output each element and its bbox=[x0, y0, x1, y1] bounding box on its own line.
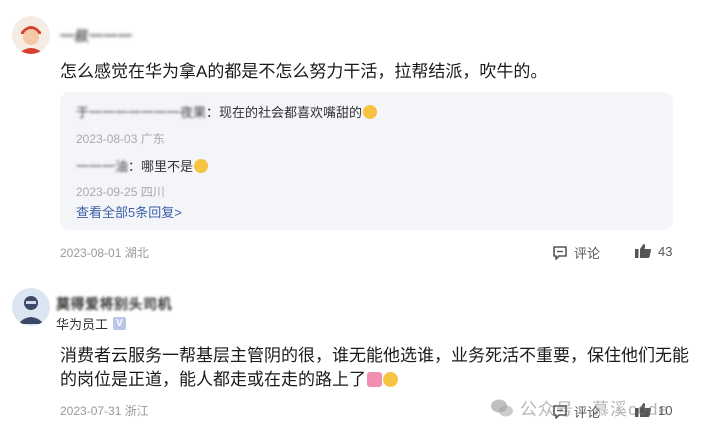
username[interactable]: 一叔一一一 bbox=[60, 26, 133, 46]
comment-date: 2023-07-31 bbox=[60, 404, 122, 418]
smile-emoji-icon bbox=[383, 372, 398, 387]
reply-meta: 2023-08-03 广东 bbox=[76, 130, 165, 147]
comment-text: 消费者云服务一帮基层主管阴的很，谁无能他选谁，业务死活不重要，保住他们无能的岗位… bbox=[60, 344, 690, 392]
avatar[interactable] bbox=[12, 288, 50, 326]
comment-location: 湖北 bbox=[124, 246, 149, 260]
username[interactable]: 莫得爱将别头司机 bbox=[56, 294, 172, 314]
comment-meta: 2023-08-01 湖北 bbox=[60, 244, 149, 261]
comment-item: 一叔一一一 怎么感觉在华为拿A的都是不怎么努力干活，拉帮结派，吹牛的。 于一一一… bbox=[0, 0, 717, 270]
user-tag: 华为员工 V bbox=[56, 314, 127, 333]
verified-badge-icon: V bbox=[113, 317, 127, 330]
comment-text: 怎么感觉在华为拿A的都是不怎么努力干活，拉帮结派，吹牛的。 bbox=[60, 62, 548, 81]
reply-label: 评论 bbox=[574, 405, 601, 420]
view-all-replies-link[interactable]: 查看全部5条回复> bbox=[76, 202, 182, 221]
avatar[interactable] bbox=[12, 16, 50, 54]
avatar-image bbox=[12, 288, 50, 326]
reply-meta: 2023-09-25 四川 bbox=[76, 183, 165, 200]
reply-date: 2023-08-03 bbox=[76, 132, 138, 146]
comment-icon bbox=[553, 245, 567, 260]
user-tag-label: 华为员工 bbox=[56, 317, 109, 332]
thumbs-up-icon bbox=[635, 244, 652, 258]
reply-text: ：现在的社会都喜欢嘴甜的 bbox=[206, 105, 363, 120]
reply-location: 四川 bbox=[140, 185, 165, 199]
reply-button[interactable]: 评论 bbox=[552, 243, 600, 262]
reply-button[interactable]: 评论 bbox=[552, 402, 600, 421]
reply-text: ：哪里不是 bbox=[128, 159, 194, 174]
reply-label: 评论 bbox=[574, 246, 601, 261]
reply-author[interactable]: 一一一油 bbox=[76, 159, 128, 174]
avatar-image bbox=[12, 16, 50, 54]
laugh-emoji-icon bbox=[367, 372, 382, 387]
replies-box: 于一一一一一一一夜果：现在的社会都喜欢嘴甜的 2023-08-03 广东 一一一… bbox=[60, 92, 673, 230]
comment-icon bbox=[553, 404, 567, 419]
like-count: 43 bbox=[658, 243, 673, 259]
comment-item: 莫得爱将别头司机 华为员工 V 消费者云服务一帮基层主管阴的很，谁无能他选谁，业… bbox=[0, 276, 717, 439]
reply-author[interactable]: 于一一一一一一一夜果 bbox=[76, 105, 206, 120]
reply-item: 一一一油：哪里不是 bbox=[76, 156, 209, 175]
smile-emoji-icon bbox=[194, 159, 209, 173]
comment-meta: 2023-07-31 浙江 bbox=[60, 402, 149, 419]
reply-location: 广东 bbox=[140, 132, 165, 146]
like-count: 10 bbox=[658, 402, 673, 418]
like-button[interactable]: 43 bbox=[634, 243, 672, 259]
reply-date: 2023-09-25 bbox=[76, 185, 138, 199]
reply-item: 于一一一一一一一夜果：现在的社会都喜欢嘴甜的 bbox=[76, 102, 378, 121]
grin-emoji-icon bbox=[363, 105, 378, 119]
comment-date: 2023-08-01 bbox=[60, 246, 122, 260]
thumbs-up-icon bbox=[635, 403, 652, 417]
like-button[interactable]: 10 bbox=[634, 402, 672, 418]
comment-location: 浙江 bbox=[124, 404, 149, 418]
